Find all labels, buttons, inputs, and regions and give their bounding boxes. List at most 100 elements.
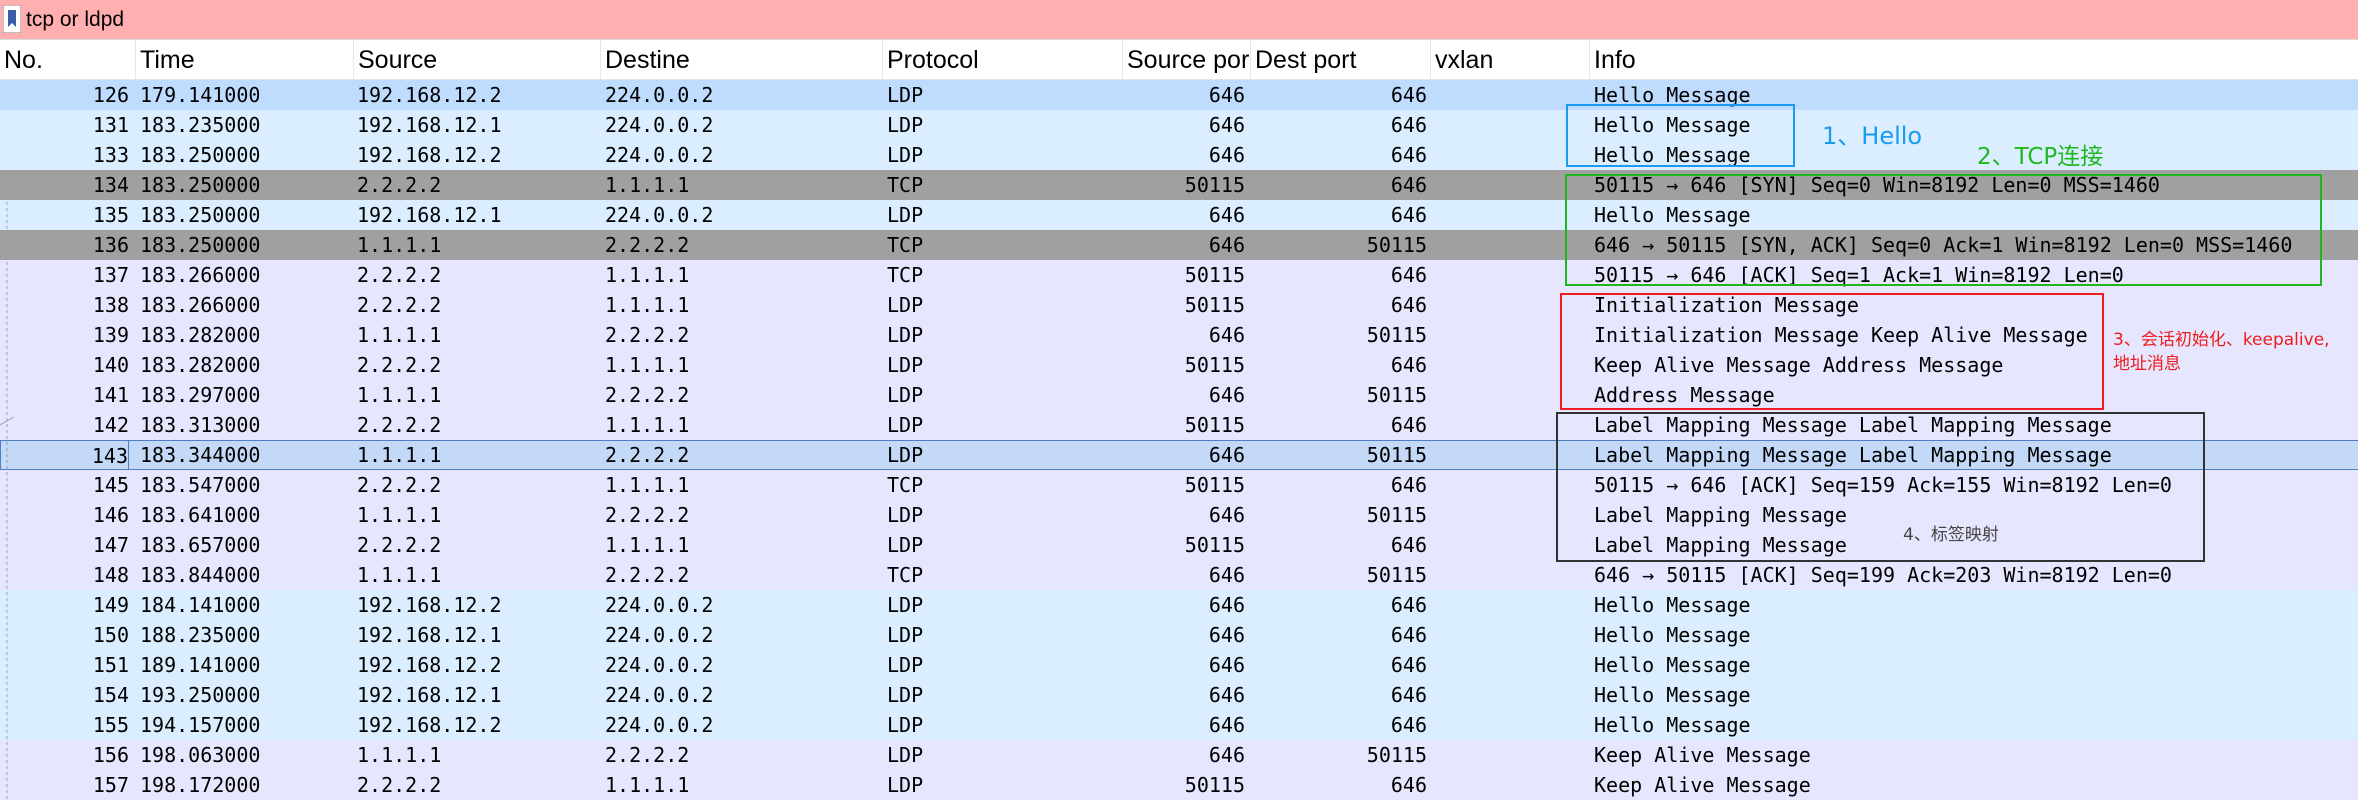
- packet-source: 192.168.12.1: [357, 683, 502, 707]
- column-header-time[interactable]: Time: [136, 40, 354, 80]
- packet-dest-port: 646: [1390, 713, 1427, 737]
- hello-annotation-box: [1566, 104, 1795, 167]
- table-row[interactable]: 157 198.172000 2.2.2.2 1.1.1.1 LDP 50115 646 Ke…: [0, 770, 2358, 800]
- column-header-no[interactable]: No.: [0, 40, 136, 80]
- packet-vxlan: [1432, 590, 1582, 620]
- packet-info: Hello Message: [1594, 593, 1751, 617]
- packet-source-port: 50115: [1184, 413, 1245, 437]
- packet-protocol: LDP: [887, 293, 924, 317]
- table-row[interactable]: 149 184.141000 192.168.12.2 224.0.0.2 LDP 646…: [0, 590, 2358, 620]
- packet-time: 183.344000: [140, 443, 261, 467]
- packet-destination: 2.2.2.2: [605, 743, 690, 767]
- packet-destination: 1.1.1.1: [605, 413, 690, 437]
- column-header-destination[interactable]: Destine: [601, 40, 883, 80]
- column-header-source-port[interactable]: Source por: [1123, 40, 1251, 80]
- column-header-protocol[interactable]: Protocol: [883, 40, 1123, 80]
- table-row[interactable]: 131 183.235000 192.168.12.1 224.0.0.2 LDP 646…: [0, 110, 2358, 140]
- packet-dest-port: 50115: [1366, 443, 1427, 467]
- packet-destination: 2.2.2.2: [605, 563, 690, 587]
- packet-vxlan: [1432, 200, 1582, 230]
- packet-source-port: 50115: [1184, 773, 1245, 797]
- packet-vxlan: [1432, 680, 1582, 710]
- packet-dest-port: 646: [1390, 173, 1427, 197]
- display-filter-input[interactable]: tcp or ldpd: [26, 0, 124, 40]
- packet-vxlan: [1432, 80, 1582, 110]
- packet-info: Hello Message: [1594, 623, 1751, 647]
- packet-source: 1.1.1.1: [357, 323, 442, 347]
- packet-time: 183.547000: [140, 473, 261, 497]
- packet-protocol: LDP: [887, 113, 924, 137]
- packet-protocol: LDP: [887, 143, 924, 167]
- packet-source: 1.1.1.1: [357, 383, 442, 407]
- packet-source-port: 50115: [1184, 173, 1245, 197]
- packet-source-port: 50115: [1184, 263, 1245, 287]
- packet-source: 2.2.2.2: [357, 353, 442, 377]
- packet-dest-port: 50115: [1366, 743, 1427, 767]
- packet-time: 183.235000: [140, 113, 261, 137]
- packet-info: Keep Alive Message: [1594, 743, 1811, 767]
- label-annotation-box: [1556, 412, 2205, 562]
- packet-dest-port: 646: [1390, 203, 1427, 227]
- packet-vxlan: [1432, 170, 1582, 200]
- packet-source-port: 646: [1208, 233, 1245, 257]
- packet-time: 179.141000: [140, 83, 261, 107]
- packet-vxlan: [1432, 620, 1582, 650]
- packet-dest-port: 646: [1390, 353, 1427, 377]
- packet-source-port: 646: [1208, 503, 1245, 527]
- packet-time: 183.250000: [140, 143, 261, 167]
- packet-protocol: TCP: [887, 233, 924, 257]
- column-header-info[interactable]: Info: [1590, 40, 2358, 80]
- packet-vxlan: [1432, 140, 1582, 170]
- display-filter-bar[interactable]: tcp or ldpd: [0, 0, 2358, 40]
- table-row[interactable]: 148 183.844000 1.1.1.1 2.2.2.2 TCP 646 50115 64…: [0, 560, 2358, 590]
- packet-destination: 224.0.0.2: [605, 683, 714, 707]
- packet-source: 192.168.12.1: [357, 203, 502, 227]
- packet-protocol: LDP: [887, 443, 924, 467]
- packet-destination: 1.1.1.1: [605, 773, 690, 797]
- packet-destination: 1.1.1.1: [605, 173, 690, 197]
- packet-list-header: No. Time Source Destine Protocol Source …: [0, 40, 2358, 80]
- table-row[interactable]: 156 198.063000 1.1.1.1 2.2.2.2 LDP 646 50115 Ke…: [0, 740, 2358, 770]
- packet-source: 192.168.12.2: [357, 713, 502, 737]
- table-row[interactable]: 151 189.141000 192.168.12.2 224.0.0.2 LDP 646…: [0, 650, 2358, 680]
- packet-destination: 224.0.0.2: [605, 113, 714, 137]
- column-header-source[interactable]: Source: [354, 40, 601, 80]
- packet-protocol: LDP: [887, 683, 924, 707]
- packet-source-port: 50115: [1184, 353, 1245, 377]
- packet-source-port: 646: [1208, 713, 1245, 737]
- table-row[interactable]: 154 193.250000 192.168.12.1 224.0.0.2 LDP 646…: [0, 680, 2358, 710]
- packet-destination: 2.2.2.2: [605, 503, 690, 527]
- packet-destination: 224.0.0.2: [605, 203, 714, 227]
- table-row[interactable]: 126 179.141000 192.168.12.2 224.0.0.2 LDP 646…: [0, 80, 2358, 110]
- packet-time: 183.250000: [140, 233, 261, 257]
- packet-destination: 224.0.0.2: [605, 593, 714, 617]
- packet-protocol: LDP: [887, 533, 924, 557]
- packet-source-port: 50115: [1184, 473, 1245, 497]
- packet-info: 646 → 50115 [ACK] Seq=199 Ack=203 Win=81…: [1594, 563, 2172, 587]
- packet-info: Hello Message: [1594, 653, 1751, 677]
- init-annotation-label-line1: 3、会话初始化、keepalive,: [2113, 330, 2330, 350]
- packet-destination: 224.0.0.2: [605, 83, 714, 107]
- packet-dest-port: 50115: [1366, 383, 1427, 407]
- packet-source-port: 50115: [1184, 293, 1245, 317]
- packet-protocol: LDP: [887, 203, 924, 227]
- packet-dest-port: 50115: [1366, 323, 1427, 347]
- table-row[interactable]: 155 194.157000 192.168.12.2 224.0.0.2 LDP 646…: [0, 710, 2358, 740]
- packet-time: 183.641000: [140, 503, 261, 527]
- packet-source: 192.168.12.2: [357, 143, 502, 167]
- bookmark-icon[interactable]: [3, 5, 21, 33]
- column-header-dest-port[interactable]: Dest port: [1251, 40, 1431, 80]
- packet-source: 1.1.1.1: [357, 743, 442, 767]
- packet-protocol: LDP: [887, 83, 924, 107]
- packet-source-port: 646: [1208, 653, 1245, 677]
- packet-source-port: 646: [1208, 383, 1245, 407]
- packet-source: 192.168.12.2: [357, 83, 502, 107]
- packet-source: 2.2.2.2: [357, 263, 442, 287]
- table-row[interactable]: 150 188.235000 192.168.12.1 224.0.0.2 LDP 646…: [0, 620, 2358, 650]
- init-annotation-box: [1560, 293, 2104, 410]
- packet-source-port: 646: [1208, 143, 1245, 167]
- column-header-vxlan[interactable]: vxlan: [1431, 40, 1590, 80]
- packet-vxlan: [1432, 650, 1582, 680]
- packet-time: 183.282000: [140, 323, 261, 347]
- packet-info: Hello Message: [1594, 683, 1751, 707]
